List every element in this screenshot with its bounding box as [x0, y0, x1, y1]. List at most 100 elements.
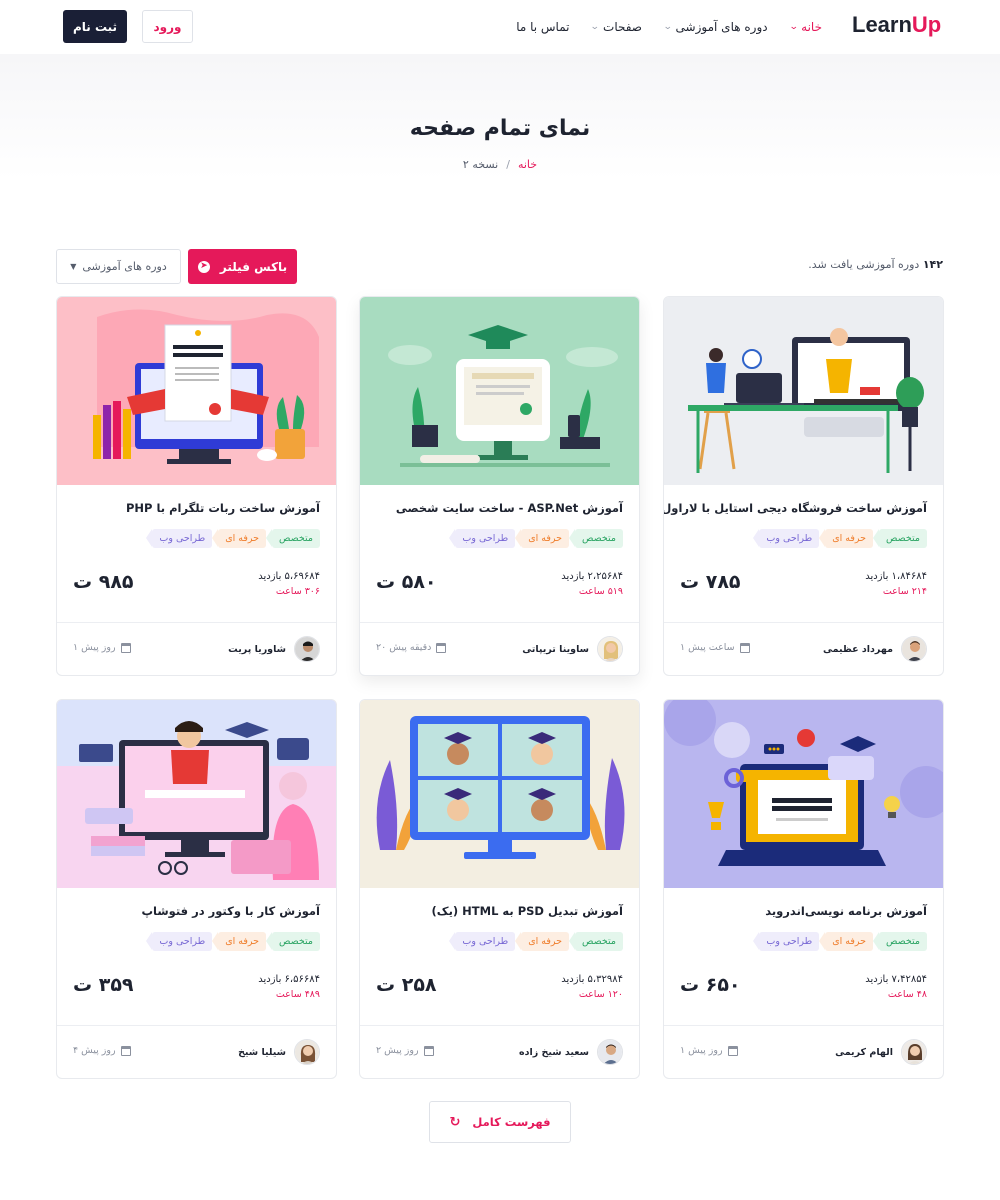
- course-card[interactable]: آموزش ساخت فروشگاه دیجی استایل با لاراول…: [663, 296, 944, 676]
- full-list-button[interactable]: فهرست کامل ↻: [429, 1101, 571, 1143]
- hero-banner: [0, 54, 1000, 234]
- tag-web-design[interactable]: طراحی وب: [146, 529, 213, 548]
- course-author[interactable]: مهرداد عظیمی: [823, 636, 927, 662]
- course-title[interactable]: آموزش ساخت ربات تلگرام با PHP: [70, 501, 320, 515]
- course-time-text: ۱ ساعت پیش: [680, 642, 735, 653]
- card-divider: [664, 622, 943, 623]
- author-name: مهرداد عظیمی: [823, 643, 893, 655]
- course-price: ۳۵۹ ت: [73, 974, 134, 996]
- course-price: ۹۸۵ ت: [73, 571, 134, 593]
- tag-expert[interactable]: متخصص: [873, 932, 927, 951]
- tag-web-design[interactable]: طراحی وب: [753, 932, 820, 951]
- card-divider: [664, 1025, 943, 1026]
- login-button[interactable]: ورود: [142, 10, 193, 43]
- calendar-icon: [423, 1045, 434, 1056]
- breadcrumb: خانه / نسخه ۲: [0, 158, 1000, 171]
- course-title[interactable]: آموزش ساخت فروشگاه دیجی استایل با لاراول: [664, 501, 927, 515]
- tag-pro[interactable]: حرفه ای: [819, 932, 874, 951]
- course-card[interactable]: آموزش تبدیل PSD به HTML (یک) متخصص حرفه …: [359, 699, 640, 1079]
- filter-box-button[interactable]: باکس فیلتر ➤: [188, 249, 297, 284]
- course-time: ۴ روز پیش: [73, 1045, 131, 1056]
- tag-pro[interactable]: حرفه ای: [212, 529, 267, 548]
- course-author[interactable]: ساوینا تریپاتی: [522, 636, 623, 662]
- result-count-text: دوره آموزشی یافت شد.: [808, 258, 920, 271]
- course-card[interactable]: آموزش کار با وکتور در فتوشاپ متخصص حرفه …: [56, 699, 337, 1079]
- course-time-text: ۲۰ دقیقه پیش: [376, 642, 432, 653]
- course-thumbnail-graduates-video-call[interactable]: [360, 700, 639, 888]
- course-views: ۲،۲۵۶۸۴ بازدید: [561, 571, 623, 582]
- course-category-select[interactable]: دوره های آموزشی ▼: [56, 249, 181, 284]
- tag-expert[interactable]: متخصص: [266, 529, 320, 548]
- course-author[interactable]: شاوریا پریت: [228, 636, 320, 662]
- course-time: ۱ ساعت پیش: [680, 642, 750, 653]
- logo-accent: Up: [911, 12, 942, 37]
- result-count-number: ۱۴۲: [922, 258, 943, 271]
- course-author[interactable]: شیلیا شیخ: [238, 1039, 320, 1065]
- course-title[interactable]: آموزش برنامه نویسی‌اندروید: [677, 904, 927, 918]
- course-card[interactable]: آموزش ASP.Net - ساخت سایت شخصی متخصص حرف…: [359, 296, 640, 676]
- calendar-icon: [120, 642, 131, 653]
- card-divider: [360, 1025, 639, 1026]
- course-tags: متخصص حرفه ای طراحی وب: [753, 932, 927, 951]
- tag-expert[interactable]: متخصص: [569, 529, 623, 548]
- calendar-icon: [120, 1045, 131, 1056]
- course-thumbnail-online-certification[interactable]: [57, 297, 336, 485]
- nav-item-courses[interactable]: دوره های آموزشی ⌄: [662, 20, 768, 34]
- tag-pro[interactable]: حرفه ای: [515, 932, 570, 951]
- course-thumbnail-online-class[interactable]: [664, 297, 943, 485]
- breadcrumb-current: نسخه ۲: [462, 158, 499, 171]
- course-time: ۱ روز پیش: [680, 1045, 738, 1056]
- tag-expert[interactable]: متخصص: [569, 932, 623, 951]
- tag-pro[interactable]: حرفه ای: [819, 529, 874, 548]
- course-title[interactable]: آموزش تبدیل PSD به HTML (یک): [373, 904, 623, 918]
- course-views: ۵،۳۲۹۸۴ بازدید: [561, 974, 623, 985]
- tag-web-design[interactable]: طراحی وب: [146, 932, 213, 951]
- breadcrumb-separator: /: [506, 158, 510, 171]
- course-category-value: دوره های آموزشی: [82, 260, 167, 273]
- signup-button[interactable]: ثبت نام: [63, 10, 127, 43]
- avatar: [597, 636, 623, 662]
- chevron-down-icon: ⌄: [662, 22, 673, 32]
- course-hours: ۴۸۹ ساعت: [275, 989, 320, 1000]
- tag-pro[interactable]: حرفه ای: [212, 932, 267, 951]
- card-divider: [57, 622, 336, 623]
- course-thumbnail-online-teacher[interactable]: [57, 700, 336, 888]
- author-name: سعید شیخ زاده: [519, 1046, 589, 1058]
- course-card[interactable]: آموزش برنامه نویسی‌اندروید متخصص حرفه ای…: [663, 699, 944, 1079]
- course-title[interactable]: آموزش کار با وکتور در فتوشاپ: [70, 904, 320, 918]
- tag-expert[interactable]: متخصص: [873, 529, 927, 548]
- course-thumbnail-certificate[interactable]: [360, 297, 639, 485]
- course-time-text: ۱ روز پیش: [73, 642, 116, 653]
- author-name: شاوریا پریت: [228, 643, 286, 655]
- nav-item-contact[interactable]: تماس با ما: [516, 20, 569, 34]
- nav-item-label: تماس با ما: [516, 20, 570, 34]
- avatar: [597, 1039, 623, 1065]
- tag-web-design[interactable]: طراحی وب: [753, 529, 820, 548]
- card-divider: [57, 1025, 336, 1026]
- tag-pro[interactable]: حرفه ای: [515, 529, 570, 548]
- author-name: شیلیا شیخ: [238, 1046, 286, 1058]
- tag-expert[interactable]: متخصص: [266, 932, 320, 951]
- site-logo[interactable]: LearnUp: [852, 12, 941, 38]
- course-title[interactable]: آموزش ASP.Net - ساخت سایت شخصی: [373, 501, 623, 515]
- nav-item-label: دوره های آموزشی: [675, 20, 768, 34]
- full-list-label: فهرست کامل: [472, 1115, 551, 1129]
- nav-item-pages[interactable]: صفحات ⌄: [590, 20, 642, 34]
- course-views: ۵،۶۹۶۸۴ بازدید: [258, 571, 320, 582]
- tag-web-design[interactable]: طراحی وب: [449, 932, 516, 951]
- course-views: ۱،۸۴۶۸۴ بازدید: [865, 571, 927, 582]
- breadcrumb-home-link[interactable]: خانه: [518, 158, 537, 171]
- course-author[interactable]: الهام کریمی: [835, 1039, 927, 1065]
- nav-item-home[interactable]: خانه ⌄: [788, 20, 822, 34]
- course-card[interactable]: آموزش ساخت ربات تلگرام با PHP متخصص حرفه…: [56, 296, 337, 676]
- course-tags: متخصص حرفه ای طراحی وب: [753, 529, 927, 548]
- course-tags: متخصص حرفه ای طراحی وب: [449, 932, 623, 951]
- course-author[interactable]: سعید شیخ زاده: [519, 1039, 623, 1065]
- course-time: ۲ روز پیش: [376, 1045, 434, 1056]
- filter-box-label: باکس فیلتر: [219, 259, 288, 274]
- course-thumbnail-android[interactable]: [664, 700, 943, 888]
- course-time: ۱ روز پیش: [73, 642, 131, 653]
- author-name: الهام کریمی: [835, 1046, 893, 1058]
- tag-web-design[interactable]: طراحی وب: [449, 529, 516, 548]
- card-divider: [360, 622, 639, 623]
